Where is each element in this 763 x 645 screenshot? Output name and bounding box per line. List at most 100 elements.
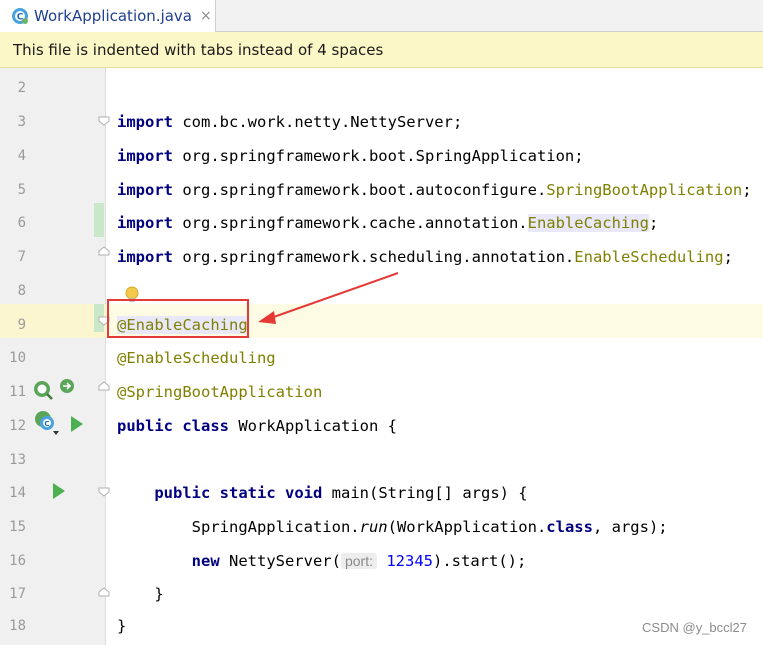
code-line: 15 SpringApplication.run(WorkApplication… bbox=[0, 510, 763, 544]
editor-tab-bar: C WorkApplication.java × bbox=[0, 0, 763, 32]
run-icon[interactable] bbox=[53, 483, 65, 499]
editor-tab[interactable]: C WorkApplication.java × bbox=[0, 0, 216, 32]
code-line: 2 bbox=[0, 71, 763, 105]
fold-collapse-icon[interactable] bbox=[98, 487, 110, 497]
code-token: , args); bbox=[592, 518, 668, 536]
code-text: import org.springframework.boot.autoconf… bbox=[117, 173, 752, 207]
keyword: import bbox=[117, 214, 173, 232]
method-call: run bbox=[359, 518, 388, 536]
annotation-class: SpringBootApplication bbox=[546, 181, 743, 199]
code-line: 12 public class WorkApplication { bbox=[0, 409, 763, 443]
line-number: 7 bbox=[17, 249, 26, 265]
code-token: } bbox=[117, 617, 127, 635]
code-line: 3 import com.bc.work.netty.NettyServer; bbox=[0, 105, 763, 139]
run-icon[interactable] bbox=[71, 416, 83, 432]
code-line: 17 } bbox=[0, 577, 763, 611]
code-text: public class WorkApplication { bbox=[117, 409, 397, 443]
fold-end-icon[interactable] bbox=[98, 246, 110, 256]
keyword: import bbox=[117, 181, 173, 199]
line-number: 13 bbox=[9, 452, 26, 468]
svg-text:C: C bbox=[44, 420, 49, 428]
line-number: 18 bbox=[9, 618, 26, 634]
line-number: 11 bbox=[9, 384, 26, 400]
line-number: 14 bbox=[9, 485, 26, 501]
keyword: public bbox=[154, 484, 211, 502]
spring-navigate-icon[interactable] bbox=[58, 377, 76, 395]
code-token: } bbox=[117, 585, 164, 603]
code-line: 10 @EnableScheduling bbox=[0, 341, 763, 375]
code-line: 13 bbox=[0, 443, 763, 477]
line-number: 8 bbox=[17, 283, 26, 299]
code-text: SpringApplication.run(WorkApplication.cl… bbox=[117, 510, 668, 544]
line-number: 6 bbox=[17, 215, 26, 231]
fold-end-icon[interactable] bbox=[98, 587, 110, 597]
spring-class-icon[interactable]: C bbox=[33, 409, 63, 437]
bean-search-icon[interactable] bbox=[32, 379, 54, 401]
code-line: 4 import org.springframework.boot.Spring… bbox=[0, 139, 763, 173]
code-line: 14 public static void main(String[] args… bbox=[0, 476, 763, 510]
keyword: class bbox=[182, 417, 230, 435]
code-token: ; bbox=[742, 181, 752, 199]
code-text: new NettyServer(port: 12345).start(); bbox=[117, 544, 527, 578]
annotation-class: EnableCaching bbox=[527, 214, 649, 232]
line-number: 4 bbox=[17, 148, 26, 164]
indent-notification-banner: This file is indented with tabs instead … bbox=[0, 32, 763, 68]
code-text: import org.springframework.boot.SpringAp… bbox=[117, 139, 584, 173]
code-token: org.springframework.boot.autoconfigure. bbox=[173, 181, 547, 199]
keyword: import bbox=[117, 248, 173, 266]
line-number: 3 bbox=[17, 114, 26, 130]
code-text: public static void main(String[] args) { bbox=[117, 476, 528, 510]
keyword: static bbox=[219, 484, 276, 502]
code-token: (WorkApplication. bbox=[387, 518, 547, 536]
code-token: com.bc.work.netty.NettyServer; bbox=[173, 113, 463, 131]
close-icon[interactable]: × bbox=[200, 8, 212, 24]
annotation: @EnableScheduling bbox=[117, 349, 276, 367]
code-token: ; bbox=[723, 248, 733, 266]
code-text: import org.springframework.cache.annotat… bbox=[117, 206, 658, 240]
code-text: @SpringBootApplication bbox=[117, 375, 322, 409]
code-line: 5 import org.springframework.boot.autoco… bbox=[0, 173, 763, 207]
line-number: 17 bbox=[9, 586, 26, 602]
code-text: import com.bc.work.netty.NettyServer; bbox=[117, 105, 462, 139]
highlight-annotation-box bbox=[107, 299, 249, 338]
keyword: public bbox=[117, 417, 173, 435]
code-token: NettyServer( bbox=[219, 552, 341, 570]
code-line: 6 import org.springframework.cache.annot… bbox=[0, 206, 763, 240]
keyword: class bbox=[546, 518, 593, 536]
code-token: ).start(); bbox=[433, 552, 527, 570]
code-token: org.springframework.boot.SpringApplicati… bbox=[173, 147, 584, 165]
code-text: } bbox=[117, 577, 164, 611]
parameter-hint: port: bbox=[340, 553, 377, 569]
line-number: 9 bbox=[17, 317, 26, 333]
number-literal: 12345 bbox=[386, 552, 434, 570]
annotation-class: EnableScheduling bbox=[574, 248, 724, 266]
keyword: import bbox=[117, 147, 173, 165]
code-line: 16 new NettyServer(port: 12345).start(); bbox=[0, 544, 763, 578]
code-token: main(String[] args) { bbox=[322, 484, 528, 502]
java-class-icon: C bbox=[10, 6, 30, 26]
line-number: 12 bbox=[9, 418, 26, 434]
code-line: 7 import org.springframework.scheduling.… bbox=[0, 240, 763, 274]
annotation: @SpringBootApplication bbox=[117, 383, 323, 401]
tab-title: WorkApplication.java bbox=[34, 7, 192, 25]
code-text: } bbox=[117, 609, 126, 643]
line-number: 10 bbox=[9, 350, 26, 366]
code-text: @EnableScheduling bbox=[117, 341, 276, 375]
watermark: CSDN @y_bccl27 bbox=[642, 620, 747, 635]
code-token: ; bbox=[648, 214, 659, 232]
keyword: void bbox=[285, 484, 323, 502]
code-text: import org.springframework.scheduling.an… bbox=[117, 240, 733, 274]
code-token: SpringApplication. bbox=[117, 518, 360, 536]
keyword: new bbox=[191, 552, 220, 570]
fold-collapse-icon[interactable] bbox=[98, 116, 110, 126]
line-number: 5 bbox=[17, 182, 26, 198]
fold-end-icon[interactable] bbox=[98, 381, 110, 391]
line-number: 16 bbox=[9, 553, 26, 569]
code-line: 11 @SpringBootApplication bbox=[0, 375, 763, 409]
